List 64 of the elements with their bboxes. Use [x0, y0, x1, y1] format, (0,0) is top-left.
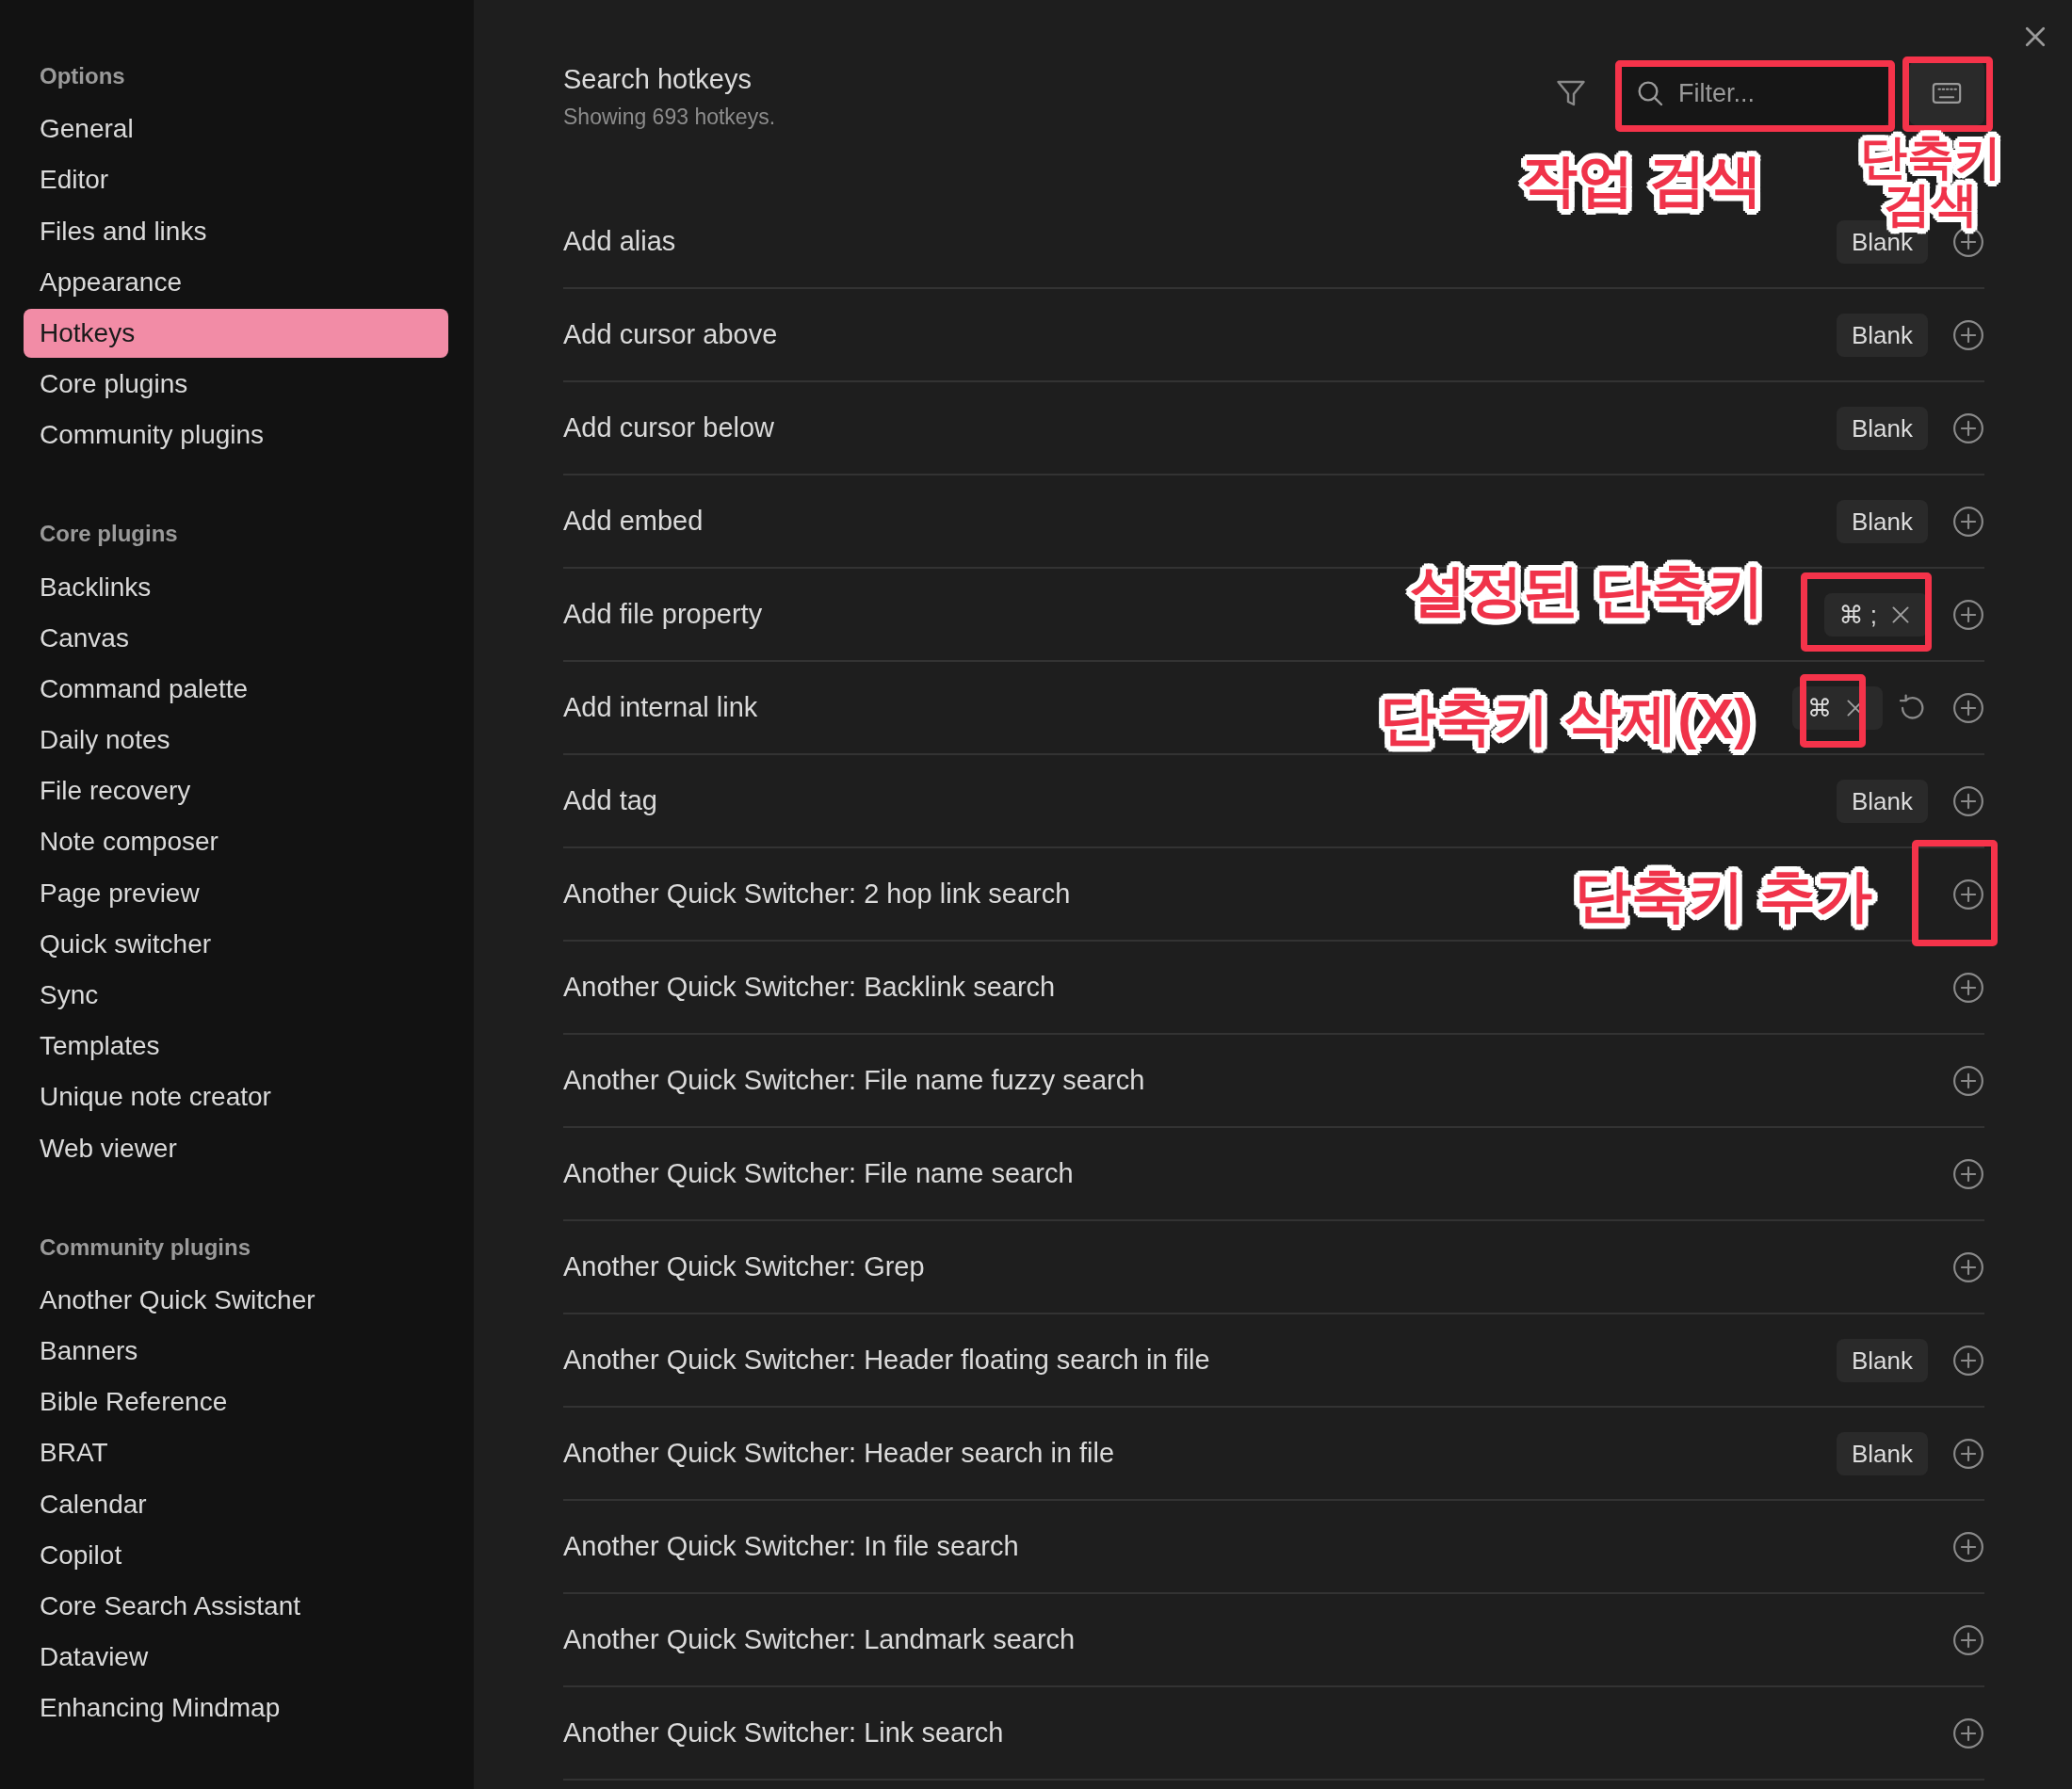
command-name: Another Quick Switcher: Header search in file — [563, 1438, 1115, 1469]
section-heading: Core plugins — [39, 520, 179, 549]
command-name: Add cursor below — [563, 412, 775, 443]
command-name: Add alias — [563, 226, 676, 257]
sidebar-item[interactable]: Dataview — [24, 1633, 448, 1683]
sidebar-item[interactable]: Daily notes — [24, 716, 448, 766]
command-name: Add internal link — [563, 692, 758, 723]
command-name: Another Quick Switcher: File name search — [563, 1158, 1074, 1189]
hotkey-input-field[interactable]: Blank — [1836, 1338, 1928, 1382]
sidebar-item[interactable]: Copilot — [24, 1530, 448, 1580]
command-name: Another Quick Switcher: Landmark search — [563, 1624, 1076, 1655]
section-heading: Community plugins — [39, 1233, 251, 1262]
sidebar-item[interactable]: Command palette — [24, 664, 448, 714]
sidebar-item[interactable]: Files and links — [24, 206, 448, 256]
annotation-label: 작업 검색 — [1519, 148, 1764, 214]
annotation-label: 단축키 추가 — [1573, 863, 1874, 929]
hotkey-input-field[interactable]: Blank — [1836, 779, 1928, 823]
hotkey-keys: ⌘ — [1807, 685, 1832, 730]
sidebar-item[interactable]: BRAT — [24, 1428, 448, 1478]
sidebar-item[interactable]: Note composer — [24, 817, 448, 867]
sidebar-item[interactable]: Community plugins — [24, 411, 448, 460]
sidebar-item[interactable]: Another Quick Switcher — [24, 1275, 448, 1325]
sidebar-item[interactable]: Hotkeys — [24, 308, 448, 358]
sidebar-item[interactable]: Page preview — [24, 868, 448, 918]
sidebar-item[interactable]: Core Search Assistant — [24, 1581, 448, 1631]
command-name: Another Quick Switcher: Backlink search — [563, 972, 1056, 1003]
command-name: Add cursor above — [563, 319, 778, 350]
hotkey-input-field[interactable]: Blank — [1836, 313, 1928, 357]
hotkey-input-field[interactable]: Blank — [1836, 1431, 1928, 1475]
keyboard-button[interactable] — [1909, 61, 1984, 125]
sidebar-item[interactable]: Canvas — [24, 613, 448, 663]
sidebar-item[interactable]: Banners — [24, 1326, 448, 1376]
sidebar-item[interactable]: Bible Reference — [24, 1378, 448, 1427]
annotation-label: 설정된 단축키 — [1408, 558, 1766, 624]
sidebar-item[interactable]: File recovery — [24, 766, 448, 816]
sidebar-item[interactable]: Unique note creator — [24, 1072, 448, 1122]
command-name: Another Quick Switcher: 2 hop link search — [563, 878, 1071, 910]
sidebar-item[interactable]: Enhancing Mindmap — [24, 1684, 448, 1733]
sidebar-item[interactable]: Backlinks — [24, 562, 448, 612]
search-icon — [1635, 78, 1665, 108]
sidebar-item[interactable]: Appearance — [24, 257, 448, 307]
command-name: Another Quick Switcher: Link search — [563, 1717, 1004, 1749]
sidebar-item[interactable]: Calendar — [24, 1479, 448, 1529]
command-name: Another Quick Switcher: Grep — [563, 1251, 925, 1282]
section-title: Search hotkeys — [563, 64, 753, 95]
sidebar-item[interactable]: Templates — [24, 1022, 448, 1072]
hotkey-keys: ⌘ ; — [1838, 592, 1877, 637]
command-name: Add embed — [563, 506, 704, 537]
hotkey-input-field[interactable]: Blank — [1836, 499, 1928, 543]
command-name: Another Quick Switcher: Header floating search in file — [563, 1345, 1210, 1376]
sidebar-item[interactable]: General — [24, 105, 448, 154]
hotkey-input-field[interactable]: Blank — [1836, 406, 1928, 450]
annotation-label: 단축키 삭제(X) — [1378, 686, 1755, 752]
sidebar-item[interactable]: Quick switcher — [24, 919, 448, 969]
sidebar-item[interactable]: Web viewer — [24, 1123, 448, 1173]
command-name: Another Quick Switcher: File name fuzzy search — [563, 1065, 1145, 1096]
sidebar-item[interactable]: Editor — [24, 155, 448, 205]
command-name: Add file property — [563, 599, 763, 630]
section-heading: Options — [39, 62, 126, 90]
sidebar-item[interactable]: Sync — [24, 971, 448, 1020]
command-name: Another Quick Switcher: In file search — [563, 1531, 1019, 1562]
hotkey-count: Showing 693 hotkeys. — [563, 105, 776, 130]
sidebar-item[interactable]: Core plugins — [24, 360, 448, 410]
command-name: Add tag — [563, 785, 657, 816]
